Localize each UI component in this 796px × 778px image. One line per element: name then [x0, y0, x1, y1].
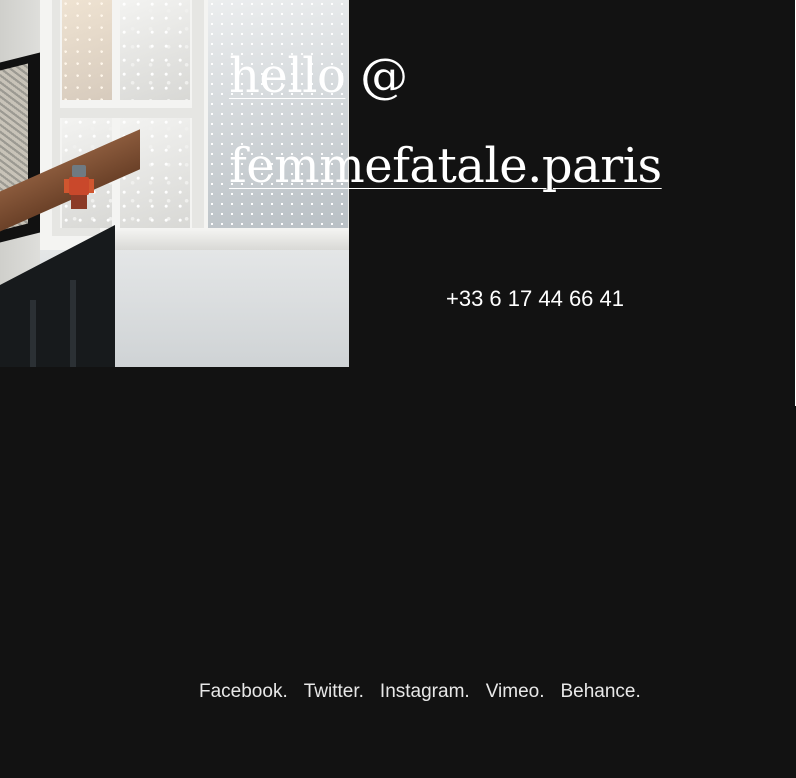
email-link-part2[interactable]: femmefatale.paris: [229, 138, 662, 194]
social-link-facebook[interactable]: Facebook.: [199, 681, 288, 703]
window-frame: [196, 0, 349, 236]
social-link-behance[interactable]: Behance.: [560, 681, 640, 703]
email-line-1: hello @: [229, 52, 408, 100]
email-at-sign: @: [345, 48, 408, 104]
window-frame: [52, 0, 200, 118]
social-link-vimeo[interactable]: Vimeo.: [486, 681, 545, 703]
phone-number[interactable]: +33 6 17 44 66 41: [446, 286, 624, 312]
email-link-part1[interactable]: hello: [229, 48, 346, 104]
email-line-2: femmefatale.paris: [229, 142, 662, 190]
table-leg: [70, 280, 76, 367]
contact-page: hello @ femmefatale.paris +33 6 17 44 66…: [0, 0, 796, 778]
social-links: Facebook. Twitter. Instagram. Vimeo. Beh…: [199, 681, 641, 703]
toy-robot: [64, 165, 94, 211]
table-leg: [30, 300, 36, 367]
window-sill: [100, 228, 349, 250]
social-link-instagram[interactable]: Instagram.: [380, 681, 470, 703]
social-link-twitter[interactable]: Twitter.: [304, 681, 364, 703]
photo-window: [40, 0, 349, 250]
